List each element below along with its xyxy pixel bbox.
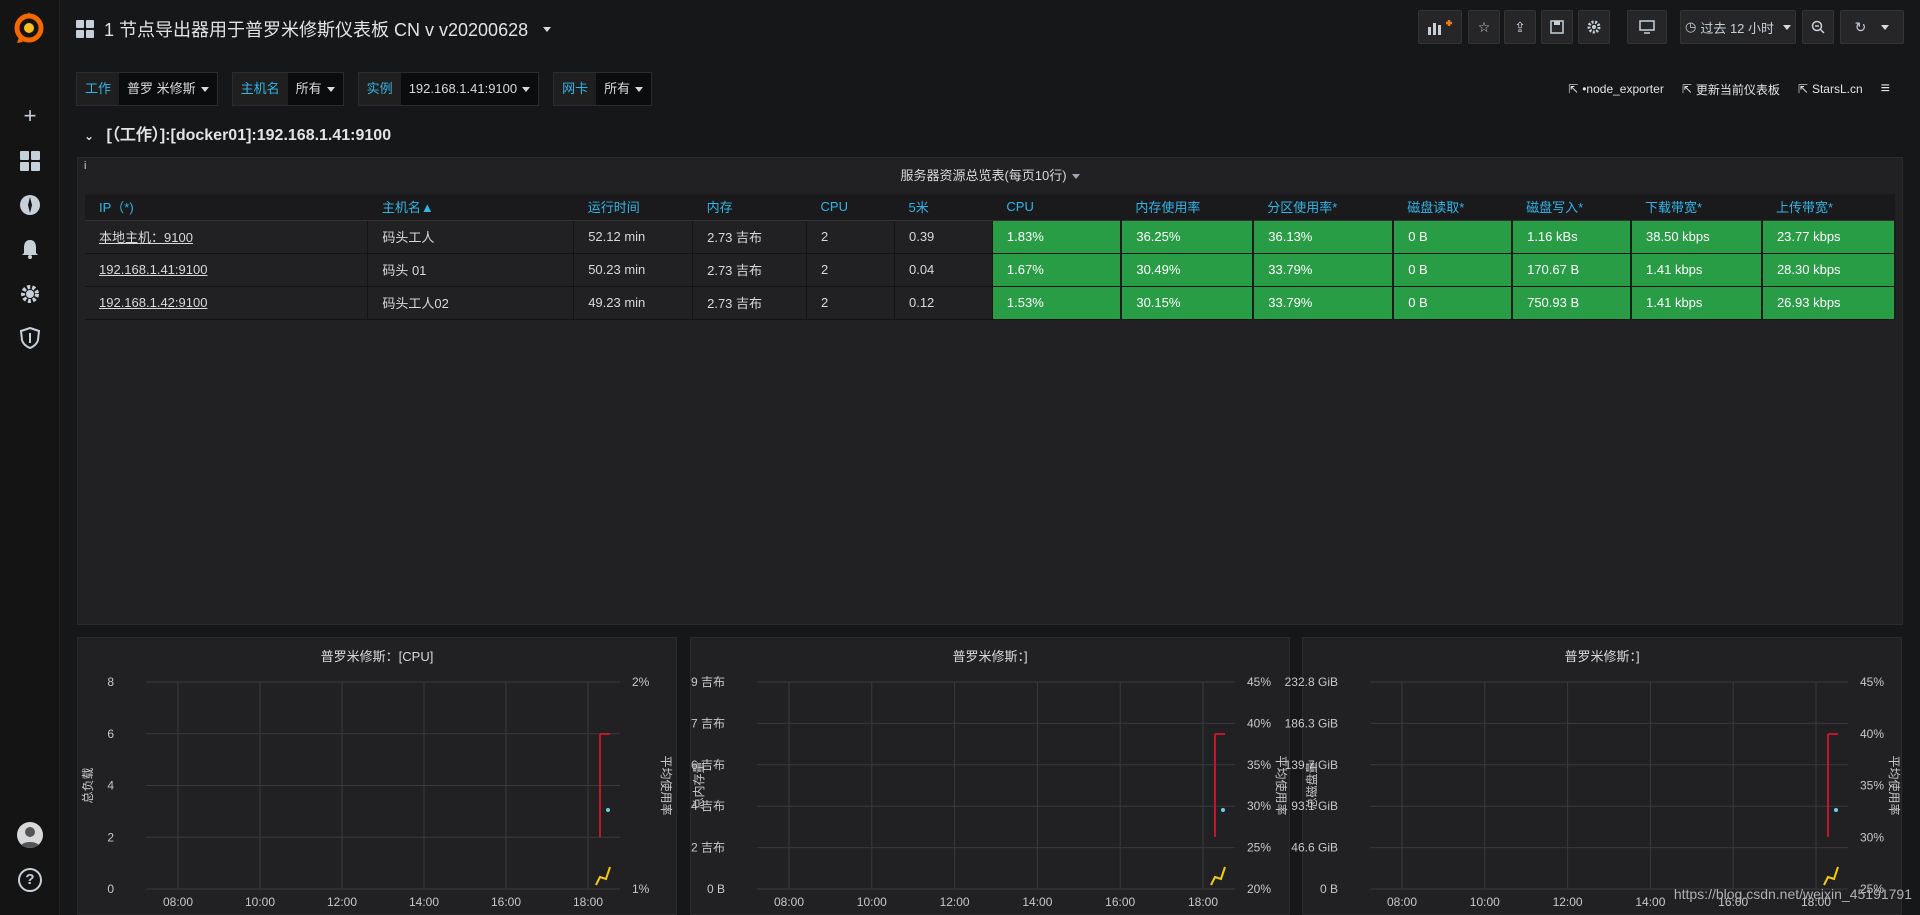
right-axis-tick: 2% (632, 675, 650, 689)
right-axis-tick: 45% (1860, 675, 1884, 689)
right-axis-tick: 30% (1860, 830, 1884, 844)
left-axis-tick: 46.6 GiB (1291, 841, 1338, 855)
x-axis-tick: 18:00 (573, 895, 603, 909)
x-axis-tick: 10:00 (1470, 895, 1500, 909)
series-yellow-line (595, 866, 611, 886)
left-axis-tick: 2 吉布 (691, 841, 725, 855)
left-axis-tick: 9 吉布 (691, 675, 725, 689)
left-axis-tick: 232.8 GiB (1285, 675, 1338, 689)
x-axis-tick: 16:00 (1105, 895, 1135, 909)
right-axis-tick: 1% (632, 882, 650, 896)
x-axis-tick: 08:00 (163, 895, 193, 909)
x-axis-tick: 16:00 (491, 895, 521, 909)
left-axis-label: 总负载 (81, 767, 95, 803)
right-axis-label: 平均使用率 (1887, 755, 1902, 815)
x-axis-tick: 10:00 (857, 895, 887, 909)
right-axis-tick: 40% (1247, 716, 1271, 730)
x-axis-tick: 18:00 (1188, 895, 1218, 909)
graph-charts: 8 6 4 2 0 2% 1% 08:00 10:00 12:00 14:00 16:00 18:00 总… (81, 675, 1902, 909)
x-axis-tick: 12:00 (327, 895, 357, 909)
series-yellow-line (1210, 866, 1226, 886)
series-yellow-line (1823, 866, 1839, 886)
series-red-line (1827, 733, 1838, 837)
right-axis-tick: 40% (1860, 727, 1884, 741)
left-axis-tick: 4 (107, 779, 114, 793)
left-axis-tick: 6 (107, 727, 114, 741)
series-point (1221, 808, 1225, 812)
series-point (1834, 808, 1838, 812)
x-axis-tick: 12:00 (940, 895, 970, 909)
left-axis-label: 总磁盘量 (1304, 761, 1319, 809)
series-red-line (1214, 733, 1225, 837)
left-axis-tick: 0 (107, 882, 114, 896)
right-axis-tick: 20% (1247, 882, 1271, 896)
right-axis-tick: 35% (1247, 758, 1271, 772)
left-axis-tick: 2 (107, 830, 114, 844)
right-axis-tick: 30% (1247, 799, 1271, 813)
x-axis-tick: 14:00 (1022, 895, 1052, 909)
left-axis-tick: 0 B (1320, 882, 1338, 896)
right-axis-tick: 35% (1860, 779, 1884, 793)
right-axis-tick: 45% (1247, 675, 1271, 689)
x-axis-tick: 14:00 (409, 895, 439, 909)
x-axis-tick: 12:00 (1553, 895, 1583, 909)
left-axis-tick: 186.3 GiB (1285, 716, 1338, 730)
series-point (606, 808, 610, 812)
x-axis-tick: 10:00 (245, 895, 275, 909)
watermark: https://blog.csdn.net/weixin_45191791 (1673, 886, 1912, 902)
x-axis-tick: 14:00 (1635, 895, 1665, 909)
left-axis-tick: 0 B (707, 882, 725, 896)
x-axis-tick: 08:00 (774, 895, 804, 909)
right-axis-tick: 25% (1247, 841, 1271, 855)
left-axis-tick: 7 吉布 (691, 716, 725, 730)
x-axis-tick: 08:00 (1387, 895, 1417, 909)
left-axis-tick: 8 (107, 675, 114, 689)
right-axis-label: 平均使用率 (659, 755, 674, 815)
left-axis-label: 总内存量 (692, 761, 706, 809)
